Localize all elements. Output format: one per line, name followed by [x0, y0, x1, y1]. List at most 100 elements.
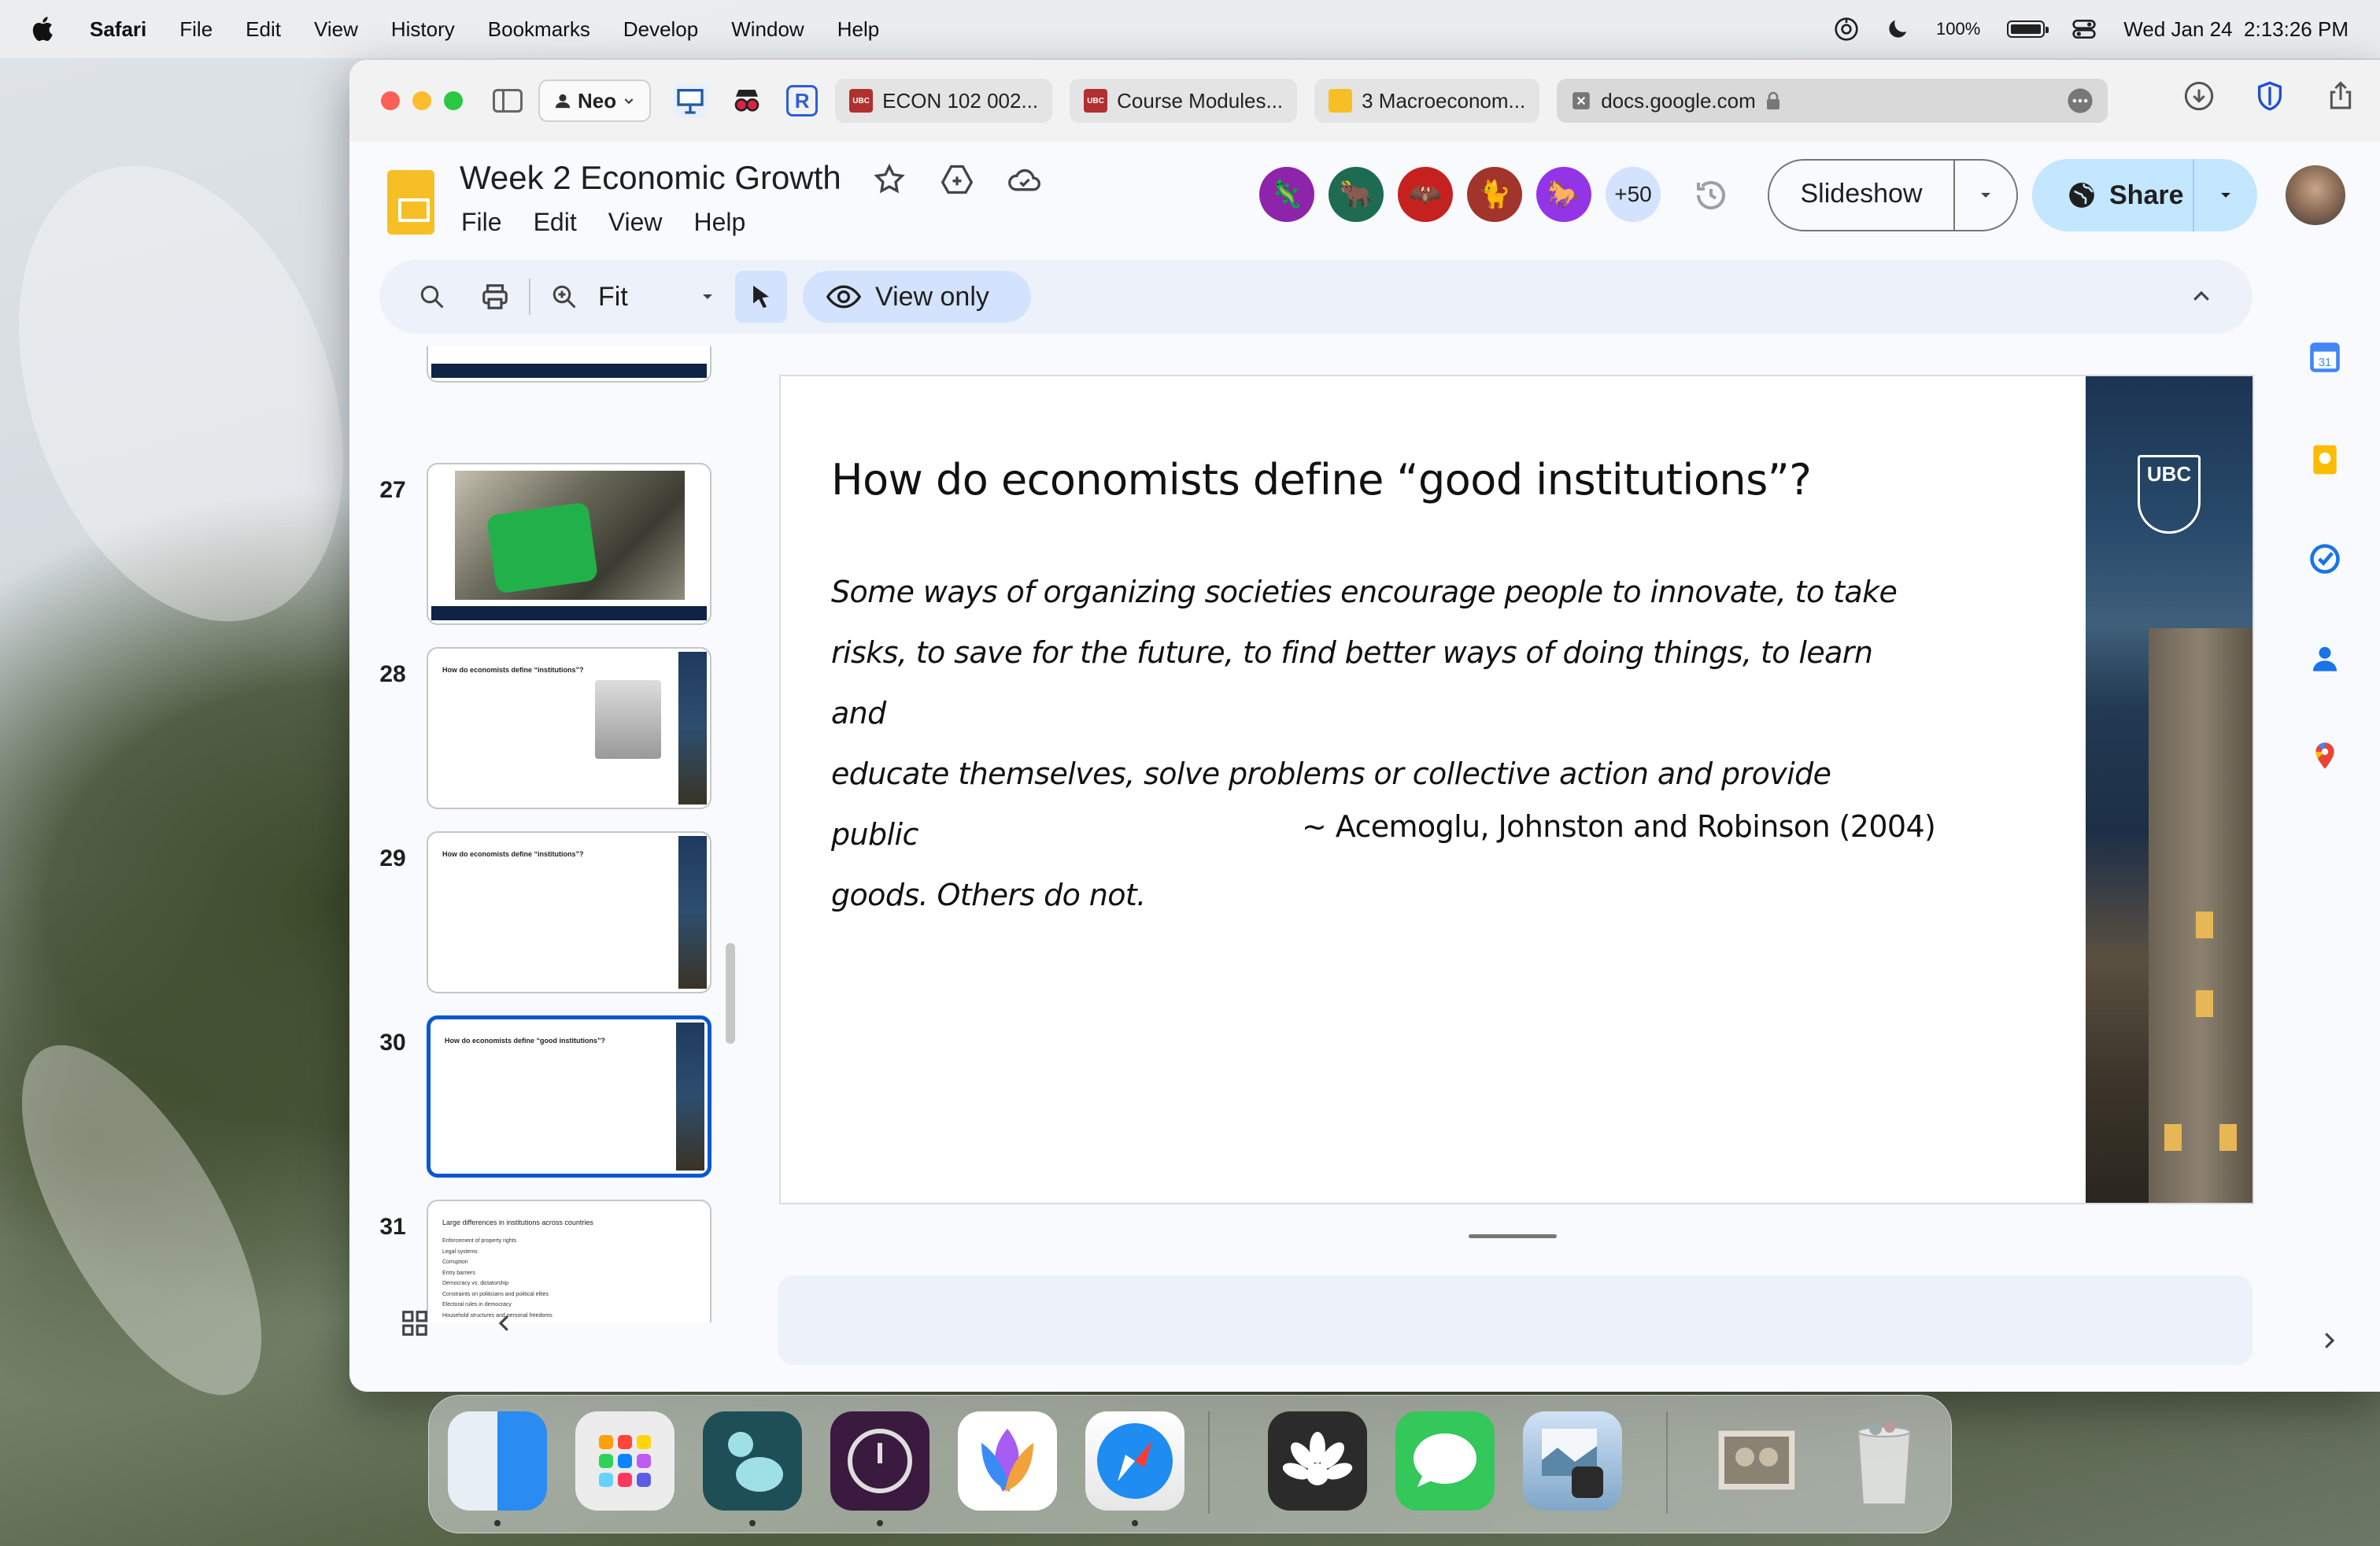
- finder-icon[interactable]: [448, 1411, 547, 1511]
- messages-icon[interactable]: [1395, 1411, 1495, 1511]
- menu-edit[interactable]: Edit: [246, 17, 281, 42]
- safari-icon[interactable]: [1085, 1411, 1184, 1511]
- slide-thumbnail-29[interactable]: How do economists define “institutions”?: [427, 831, 711, 993]
- caret-down-icon: [1981, 193, 1990, 198]
- nova-app-icon[interactable]: [958, 1411, 1057, 1511]
- menu-view[interactable]: View: [314, 17, 358, 42]
- r-extension-icon[interactable]: R: [786, 85, 819, 117]
- grid-view-icon[interactable]: [400, 1308, 430, 1338]
- sidebar-toggle-icon[interactable]: [493, 89, 523, 113]
- calendar-icon[interactable]: 31: [2306, 338, 2344, 376]
- preview-icon[interactable]: [1523, 1411, 1622, 1511]
- anonymous-bull-avatar[interactable]: 🐂: [1329, 167, 1384, 222]
- user-account-avatar[interactable]: [2286, 165, 2345, 225]
- profile-button[interactable]: Neo: [538, 80, 652, 122]
- collapse-toolbar-icon[interactable]: [2182, 277, 2221, 316]
- document-title[interactable]: Week 2 Economic Growth: [460, 159, 841, 197]
- slide-thumbnail-27[interactable]: [427, 463, 711, 625]
- slideshow-dropdown[interactable]: [1955, 186, 2016, 205]
- tab-label: 3 Macroeconom...: [1362, 88, 1526, 113]
- presentation-extension-icon[interactable]: [673, 83, 708, 118]
- keep-icon[interactable]: [2306, 441, 2344, 479]
- collapse-filmstrip-icon[interactable]: [493, 1311, 516, 1335]
- launchpad-icon[interactable]: [575, 1411, 674, 1511]
- cloud-saved-icon[interactable]: [1007, 162, 1042, 197]
- notes-resize-handle[interactable]: [1469, 1234, 1557, 1238]
- screen-time-icon[interactable]: [1834, 17, 1859, 42]
- menu-develop[interactable]: Develop: [623, 17, 698, 42]
- downloads-stack-icon[interactable]: [1707, 1411, 1806, 1511]
- moon-icon[interactable]: [1886, 17, 1909, 41]
- browser-tab-macroeconomics[interactable]: 3 Macroeconom...: [1314, 79, 1540, 123]
- slide-thumbnail-26[interactable]: [427, 346, 711, 383]
- battery-icon[interactable]: [2007, 20, 2049, 38]
- flower-app-icon[interactable]: [1268, 1411, 1367, 1511]
- zoom-dropdown-icon[interactable]: [688, 277, 727, 316]
- more-options-icon[interactable]: [2067, 87, 2094, 114]
- slideshow-button[interactable]: Slideshow: [1768, 159, 2018, 231]
- anonymous-chameleon-avatar[interactable]: 🦎: [1259, 167, 1314, 222]
- search-icon[interactable]: [412, 277, 452, 316]
- menu-file[interactable]: File: [179, 17, 213, 42]
- browser-tab-course-modules[interactable]: UBC Course Modules...: [1070, 79, 1298, 123]
- apple-icon[interactable]: [30, 15, 58, 43]
- menu-window[interactable]: Window: [731, 17, 804, 42]
- menu-app-name[interactable]: Safari: [90, 17, 146, 42]
- profile-name: Neo: [578, 88, 617, 113]
- address-bar-tab[interactable]: docs.google.com: [1557, 79, 2108, 123]
- minimize-window-button[interactable]: [412, 91, 431, 110]
- share-icon[interactable]: [2325, 80, 2356, 112]
- move-to-drive-icon[interactable]: [940, 162, 974, 197]
- google-slides-logo-icon[interactable]: [387, 170, 434, 235]
- dock-separator: [1208, 1411, 1210, 1514]
- slides-menu-file[interactable]: File: [461, 208, 502, 237]
- trash-icon[interactable]: [1835, 1411, 1934, 1511]
- slides-menu-view[interactable]: View: [608, 208, 663, 237]
- view-only-chip[interactable]: View only: [803, 271, 1031, 323]
- zoom-window-button[interactable]: [444, 91, 463, 110]
- clock-datetime[interactable]: Wed Jan 24 2:13:26 PM: [2123, 17, 2349, 42]
- version-history-icon[interactable]: [1692, 176, 1730, 214]
- menu-help[interactable]: Help: [837, 17, 879, 42]
- tab-label: ECON 102 002...: [882, 88, 1039, 113]
- share-dropdown[interactable]: [2194, 186, 2257, 205]
- tab-label: Course Modules...: [1117, 88, 1284, 113]
- thumbnail-bullet: Entry barriers: [442, 1270, 476, 1276]
- bitwarden-shield-icon[interactable]: [2254, 80, 2286, 112]
- star-icon[interactable]: [872, 162, 907, 197]
- mindnode-icon[interactable]: [703, 1411, 802, 1511]
- browser-tab-econ[interactable]: UBC ECON 102 002...: [835, 79, 1053, 123]
- contacts-icon[interactable]: [2306, 639, 2344, 677]
- collaborator-avatars: 🦎 🐂 🦇 🐈 🐎 +50: [1259, 167, 1661, 222]
- zoom-select[interactable]: Fit: [598, 279, 628, 315]
- speaker-notes-panel[interactable]: [778, 1275, 2252, 1365]
- tasks-icon[interactable]: [2306, 540, 2344, 578]
- lit-window: [2196, 912, 2213, 938]
- more-collaborators-badge[interactable]: +50: [1606, 167, 1661, 222]
- spy-extension-icon[interactable]: [730, 83, 764, 118]
- menu-history[interactable]: History: [391, 17, 455, 42]
- share-button[interactable]: Share: [2032, 159, 2257, 231]
- slides-menu-help[interactable]: Help: [693, 208, 745, 237]
- slide-thumbnail-31[interactable]: Large differences in institutions across…: [427, 1200, 711, 1322]
- close-tab-icon[interactable]: [1571, 91, 1591, 111]
- anonymous-horse-avatar[interactable]: 🐎: [1536, 167, 1591, 222]
- power-app-icon[interactable]: [830, 1411, 929, 1511]
- filmstrip-scrollbar[interactable]: [726, 943, 735, 1044]
- zoom-icon[interactable]: [545, 277, 584, 316]
- slide-thumbnail-30[interactable]: How do economists define “good instituti…: [427, 1015, 711, 1178]
- anonymous-bat-avatar[interactable]: 🦇: [1398, 167, 1453, 222]
- anonymous-cat-avatar[interactable]: 🐈: [1467, 167, 1522, 222]
- chevron-right-icon[interactable]: [2317, 1329, 2341, 1352]
- control-center-icon[interactable]: [2071, 17, 2097, 42]
- select-tool-button[interactable]: [735, 271, 787, 323]
- maps-icon[interactable]: [2306, 737, 2344, 775]
- slide-thumbnail-28[interactable]: How do economists define “institutions”?: [427, 647, 711, 809]
- print-icon[interactable]: [475, 277, 515, 316]
- menu-bookmarks[interactable]: Bookmarks: [488, 17, 590, 42]
- view-only-label: View only: [875, 281, 989, 312]
- slides-menu-edit[interactable]: Edit: [534, 208, 577, 237]
- close-window-button[interactable]: [381, 91, 400, 110]
- thumbnail-title: How do economists define “institutions”?: [442, 850, 584, 858]
- download-icon[interactable]: [2183, 80, 2215, 112]
